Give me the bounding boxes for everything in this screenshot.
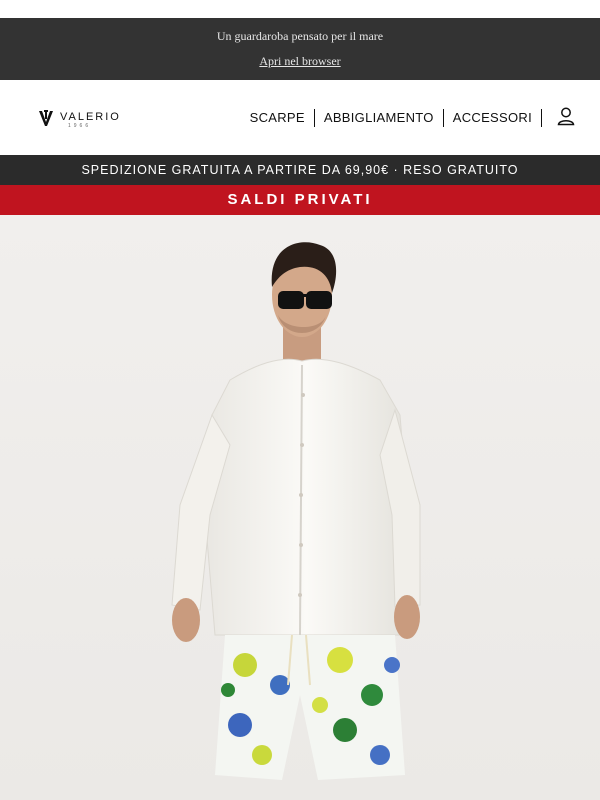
hero-image[interactable]	[0, 215, 600, 800]
shipping-banner: SPEDIZIONE GRATUITA A PARTIRE DA 69,90€ …	[0, 155, 600, 185]
nav-divider	[541, 109, 542, 127]
user-icon[interactable]	[556, 106, 576, 126]
sale-banner[interactable]: SALDI PRIVATI	[0, 185, 600, 215]
main-navigation: SCARPE ABBIGLIAMENTO ACCESSORI	[241, 108, 542, 128]
valerio-monogram-icon	[39, 110, 53, 126]
preheader-tagline: Un guardaroba pensato per il mare	[216, 29, 384, 43]
nav-item-abbigliamento[interactable]: ABBIGLIAMENTO	[315, 108, 443, 128]
hero-model-illustration	[171, 242, 421, 780]
brand-year: 1966	[68, 123, 92, 129]
open-in-browser-link[interactable]: Apri nel browser	[259, 54, 340, 68]
nav-item-accessori[interactable]: ACCESSORI	[444, 108, 541, 128]
brand-logo[interactable]: VALERIO 1966	[38, 108, 121, 129]
email-preheader: Un guardaroba pensato per il mare Apri n…	[0, 18, 600, 80]
brand-wordmark: VALERIO	[60, 111, 121, 123]
nav-item-scarpe[interactable]: SCARPE	[241, 108, 314, 128]
site-header: VALERIO 1966 SCARPE ABBIGLIAMENTO ACCESS…	[0, 80, 600, 155]
top-spacer	[0, 0, 600, 18]
